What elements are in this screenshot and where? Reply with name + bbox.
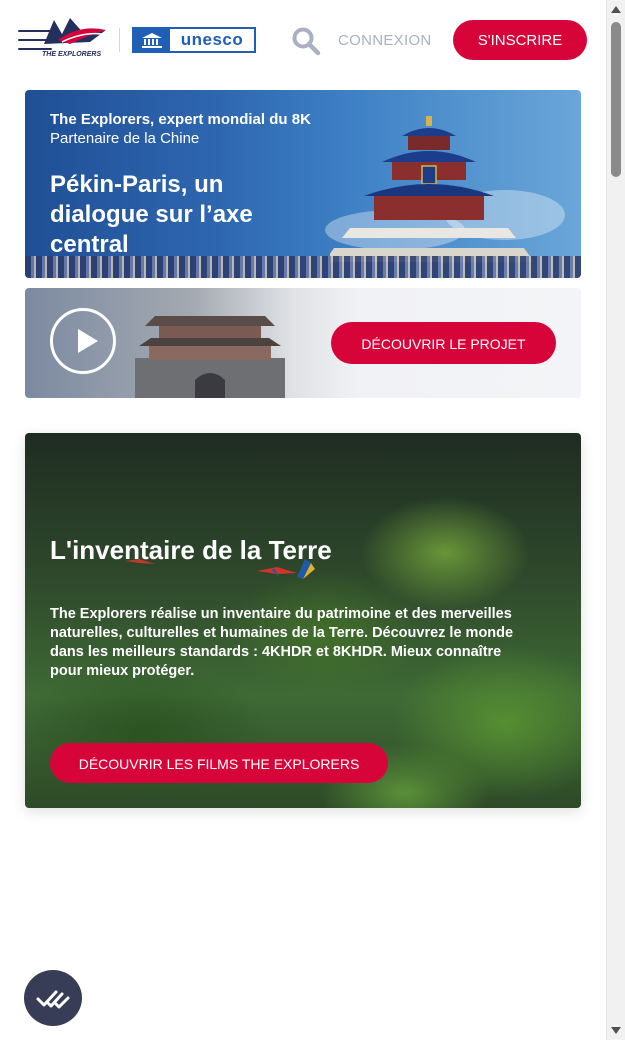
search-icon[interactable] [291,26,321,56]
hero-card[interactable]: The Explorers, expert mondial du 8K Part… [25,90,581,278]
unesco-logo[interactable]: unesco [132,27,256,53]
cookie-settings-button[interactable] [24,970,82,1026]
login-link[interactable]: CONNEXION [338,32,432,49]
hero-subtitle: Partenaire de la Chine [50,130,200,147]
earth-inventory-card: L'inventaire de la Terre The Explorers r… [25,433,581,808]
play-icon [78,329,98,353]
hero-subtitle-bold: The Explorers, expert mondial du 8K [50,111,311,128]
site-header: THE EXPLORERS unesco CONNEXION S'INSCRIR… [0,0,606,80]
scroll-up-arrow-icon[interactable] [611,6,621,13]
beijing-gate-image [135,316,285,398]
signup-button[interactable]: S'INSCRIRE [453,20,587,60]
discover-project-button[interactable]: DÉCOUVRIR LE PROJET [331,322,556,364]
earth-section-title: L'inventaire de la Terre [50,535,332,565]
unesco-temple-icon [134,29,170,51]
temple-of-heaven-image [330,116,534,262]
play-video-button[interactable] [50,308,116,374]
the-explorers-logo[interactable]: THE EXPLORERS [40,14,108,60]
earth-section-description: The Explorers réalise un inventaire du p… [50,606,514,679]
project-banner: DÉCOUVRIR LE PROJET [25,288,581,398]
cookie-settings-icon [36,990,70,1009]
scrollbar-thumb[interactable] [611,22,621,177]
scroll-down-arrow-icon[interactable] [611,1027,621,1034]
page-scrollbar[interactable] [606,0,625,1040]
logo-divider [119,28,120,52]
logo-text: THE EXPLORERS [42,51,101,58]
discover-films-button[interactable]: DÉCOUVRIR LES FILMS THE EXPLORERS [50,743,388,783]
unesco-wordmark: unesco [180,30,244,49]
hero-title: Pékin-Paris, un dialogue sur l’axe centr… [50,171,253,258]
